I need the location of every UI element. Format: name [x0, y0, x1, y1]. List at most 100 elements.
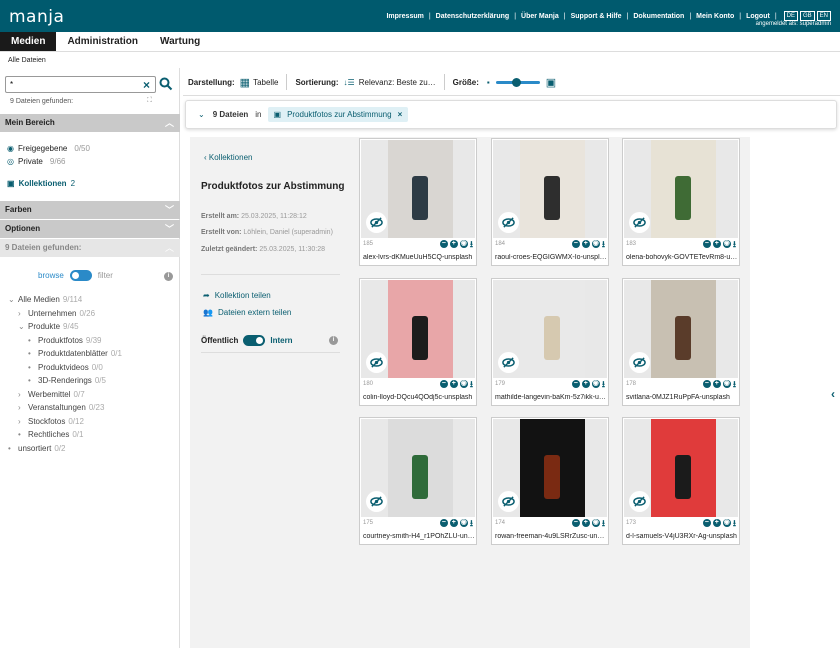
grid-icon[interactable]: ▦ [240, 76, 250, 89]
tree-arrow-icon[interactable]: › [18, 309, 28, 318]
collection-filter-chip[interactable]: ▣ Produktfotos zur Abstimmung × [267, 107, 409, 122]
nav-datenschutz[interactable]: Datenschutzerklärung [436, 13, 510, 20]
search-icon[interactable] [159, 77, 173, 91]
tree-arrow-icon[interactable]: ⌄ [8, 295, 18, 304]
tree-item[interactable]: › Stockfotos 0/12 [18, 417, 84, 426]
tree-item[interactable]: › Veranstaltungen 0/23 [18, 403, 104, 412]
file-card[interactable]: 185 − + ◉ ⭳ alex-lvrs-dKMueUuH5CQ-unsplash [359, 138, 477, 266]
view-icon[interactable]: ◉ [722, 240, 731, 248]
download-icon[interactable]: ⭳ [470, 380, 473, 389]
add-icon[interactable]: + [449, 380, 458, 388]
tree-arrow-icon[interactable]: › [18, 417, 28, 426]
file-card[interactable]: 180 − + ◉ ⭳ colin-lloyd-DQcu4QOdj5c-unsplash [359, 278, 477, 406]
nav-support[interactable]: Support & Hilfe [571, 13, 622, 20]
file-name[interactable]: courtney-smith-H4_r1POhZLU-un… [363, 533, 475, 540]
file-name[interactable]: colin-lloyd-DQcu4QOdj5c-unsplash [363, 394, 475, 401]
file-thumbnail[interactable] [624, 419, 738, 517]
chevron-left-icon[interactable]: ‹ [831, 387, 835, 401]
nav-ueber-manja[interactable]: Über Manja [521, 13, 559, 20]
remove-icon[interactable]: − [571, 519, 580, 527]
tab-medien[interactable]: Medien [0, 32, 57, 51]
tree-arrow-icon[interactable]: • [28, 376, 38, 385]
visibility-off-icon[interactable] [498, 491, 519, 512]
section-optionen[interactable]: Optionen ﹀ [0, 220, 180, 238]
add-icon[interactable]: + [581, 240, 590, 248]
view-icon[interactable]: ◉ [591, 519, 600, 527]
remove-icon[interactable]: − [439, 380, 448, 388]
visibility-off-icon[interactable] [629, 491, 650, 512]
add-icon[interactable]: + [581, 519, 590, 527]
file-name[interactable]: olena-bohovyk-GOVTETevRm8-u… [626, 254, 738, 261]
visibility-off-icon[interactable] [629, 352, 650, 373]
share-files-external-button[interactable]: 👥 Dateien extern teilen [203, 308, 291, 317]
remove-filter-icon[interactable]: × [398, 110, 403, 119]
download-icon[interactable]: ⭳ [602, 380, 605, 389]
download-icon[interactable]: ⭳ [733, 519, 736, 528]
download-icon[interactable]: ⭳ [470, 240, 473, 249]
nav-logout[interactable]: Logout [746, 13, 770, 20]
visibility-off-icon[interactable] [498, 352, 519, 373]
tree-item[interactable]: • Rechtliches 0/1 [18, 430, 83, 439]
public-toggle[interactable] [243, 335, 266, 346]
manja-logo[interactable]: manja [9, 7, 64, 27]
view-icon[interactable]: ◉ [459, 240, 468, 248]
nav-mein-konto[interactable]: Mein Konto [696, 13, 734, 20]
file-card[interactable]: 183 − + ◉ ⭳ olena-bohovyk-GOVTETevRm8-u… [622, 138, 740, 266]
info-icon[interactable]: i [164, 272, 173, 281]
file-thumbnail[interactable] [624, 280, 738, 378]
file-name[interactable]: d-l-samuels-V4jU3RXr-Ag-unsplash [626, 533, 738, 540]
file-card[interactable]: 175 − + ◉ ⭳ courtney-smith-H4_r1POhZLU-un… [359, 417, 477, 545]
file-card[interactable]: 184 − + ◉ ⭳ raoul-croes-EQGIGWMX-Io-unspl… [491, 138, 609, 266]
breadcrumb[interactable]: Alle Dateien [8, 57, 46, 64]
browse-filter-toggle[interactable] [69, 270, 92, 281]
share-collection-button[interactable]: ➦ Kollektion teilen [203, 291, 271, 300]
search-input[interactable] [5, 76, 156, 93]
darstellung-select[interactable]: Tabelle [253, 78, 278, 87]
visibility-off-icon[interactable] [366, 212, 387, 233]
tree-item[interactable]: ⌄ Alle Medien 9/114 [8, 295, 82, 304]
tree-item[interactable]: › Werbemittel 0/7 [18, 390, 85, 399]
tree-item[interactable]: • 3D-Renderings 0/5 [28, 376, 106, 385]
info-icon[interactable]: i [329, 336, 338, 345]
tree-item[interactable]: ⌄ Produkte 9/45 [18, 322, 79, 331]
file-thumbnail[interactable] [493, 419, 607, 517]
tree-arrow-icon[interactable]: • [28, 336, 38, 345]
lang-en[interactable]: EN [816, 11, 831, 21]
tree-arrow-icon[interactable]: › [18, 390, 28, 399]
expand-icon[interactable]: ⛶ [147, 97, 152, 105]
tree-arrow-icon[interactable]: • [28, 349, 38, 358]
nav-impressum[interactable]: Impressum [386, 13, 423, 20]
sidebar-item-kollektionen[interactable]: ▣ Kollektionen 2 [7, 179, 75, 188]
file-thumbnail[interactable] [493, 280, 607, 378]
clear-search-icon[interactable]: × [143, 78, 150, 92]
lang-gb[interactable]: GB [799, 11, 815, 21]
file-card[interactable]: 179 − + ◉ ⭳ mathilde-langevin-baKm-5z7ikk-u… [491, 278, 609, 406]
file-name[interactable]: rowan-freeman-4u9LSRrZusc-un… [495, 533, 607, 540]
add-icon[interactable]: + [712, 519, 721, 527]
lang-de[interactable]: DE [783, 11, 798, 21]
add-icon[interactable]: + [449, 240, 458, 248]
small-image-icon[interactable]: ▪ [487, 78, 490, 87]
visibility-off-icon[interactable] [366, 491, 387, 512]
tree-item[interactable]: • Produktdatenblätter 0/1 [28, 349, 122, 358]
view-icon[interactable]: ◉ [459, 519, 468, 527]
file-name[interactable]: alex-lvrs-dKMueUuH5CQ-unsplash [363, 254, 475, 261]
remove-icon[interactable]: − [439, 519, 448, 527]
visibility-off-icon[interactable] [629, 212, 650, 233]
download-icon[interactable]: ⭳ [470, 519, 473, 528]
download-icon[interactable]: ⭳ [733, 380, 736, 389]
view-icon[interactable]: ◉ [459, 380, 468, 388]
chevron-down-icon[interactable]: ⌄ [198, 110, 205, 119]
view-icon[interactable]: ◉ [591, 240, 600, 248]
add-icon[interactable]: + [449, 519, 458, 527]
file-thumbnail[interactable] [361, 140, 475, 238]
tab-wartung[interactable]: Wartung [149, 32, 211, 51]
add-icon[interactable]: + [712, 240, 721, 248]
file-thumbnail[interactable] [624, 140, 738, 238]
remove-icon[interactable]: − [439, 240, 448, 248]
tree-item[interactable]: • unsortiert 0/2 [8, 444, 65, 453]
file-card[interactable]: 178 − + ◉ ⭳ svitlana-0MJZ1RuPpFA-unsplash [622, 278, 740, 406]
back-to-collections-link[interactable]: ‹ Kollektionen [204, 153, 252, 162]
tree-arrow-icon[interactable]: ⌄ [18, 322, 28, 331]
remove-icon[interactable]: − [702, 519, 711, 527]
